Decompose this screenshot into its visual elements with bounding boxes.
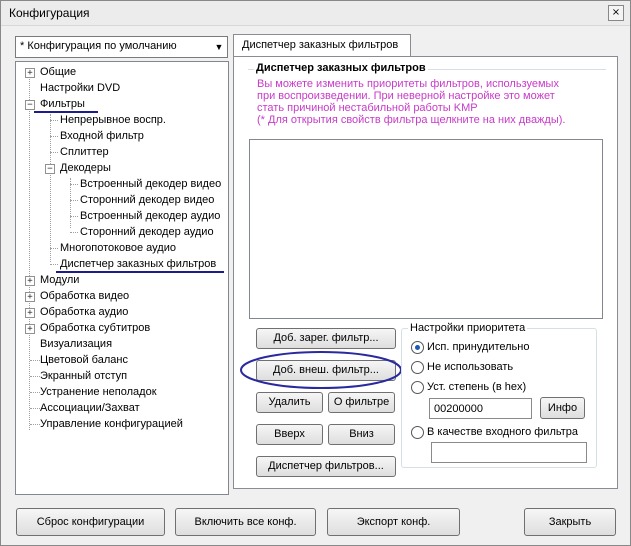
- tab-label: Диспетчер заказных фильтров: [242, 39, 399, 51]
- expand-video-icon[interactable]: +: [25, 292, 35, 302]
- filters-info-text: Вы можете изменить приоритеты фильтров, …: [257, 78, 597, 126]
- info-line: Вы можете изменить приоритеты фильтров, …: [257, 78, 559, 90]
- level-hex-input[interactable]: 00200000: [429, 398, 532, 419]
- radio-dont-use[interactable]: [411, 361, 424, 374]
- tree-item-audio-processing[interactable]: Обработка аудио: [40, 306, 128, 318]
- expand-audio-icon[interactable]: +: [25, 308, 35, 318]
- enable-all-button[interactable]: Включить все конф.: [175, 508, 316, 536]
- radio-as-input-label: В качестве входного фильтра: [427, 426, 579, 438]
- tree-item-config-management[interactable]: Управление конфигурацией: [40, 418, 183, 430]
- radio-set-level-label: Уст. степень (в hex): [427, 381, 527, 393]
- about-filter-button[interactable]: О фильтре: [328, 392, 395, 413]
- filter-manager-button[interactable]: Диспетчер фильтров...: [256, 456, 396, 477]
- tree-item-custom-filters[interactable]: Диспетчер заказных фильтров: [60, 258, 216, 270]
- tab-custom-filters[interactable]: Диспетчер заказных фильтров: [233, 34, 411, 57]
- tree-item-input-filter[interactable]: Входной фильтр: [60, 130, 144, 142]
- tree-item-external-video[interactable]: Сторонний декодер видео: [80, 194, 214, 206]
- reset-config-button[interactable]: Сброс конфигурации: [16, 508, 165, 536]
- tree-item-video-processing[interactable]: Обработка видео: [40, 290, 129, 302]
- info-button[interactable]: Инфо: [540, 397, 585, 419]
- window-title: Конфигурация: [9, 6, 90, 20]
- title-bar: Конфигурация ×: [1, 1, 630, 26]
- filter-list[interactable]: [249, 139, 603, 319]
- tree-item-modules[interactable]: Модули: [40, 274, 79, 286]
- tree-item-color-balance[interactable]: Цветовой баланс: [40, 354, 128, 366]
- tree-item-filters[interactable]: Фильтры: [40, 98, 85, 110]
- chevron-down-icon[interactable]: ▼: [211, 37, 227, 57]
- expand-subtitles-icon[interactable]: +: [25, 324, 35, 334]
- close-window-button[interactable]: ×: [608, 5, 624, 21]
- input-filter-field[interactable]: [431, 442, 587, 463]
- profile-select-value: * Конфигурация по умолчанию: [20, 40, 177, 52]
- tree-item-continuous[interactable]: Непрерывное воспр.: [60, 114, 166, 126]
- tree-item-splitter[interactable]: Сплиттер: [60, 146, 109, 158]
- radio-set-level[interactable]: [411, 381, 424, 394]
- tree-item-troubleshoot[interactable]: Устранение неполадок: [40, 386, 157, 398]
- settings-tree[interactable]: + Общие Настройки DVD − Фильтры Непрерыв…: [15, 61, 229, 495]
- move-up-button[interactable]: Вверх: [256, 424, 323, 445]
- filters-group-legend: Диспетчер заказных фильтров: [254, 62, 428, 74]
- annotation-underline: [56, 271, 224, 273]
- tree-item-associations[interactable]: Ассоциации/Захват: [40, 402, 140, 414]
- radio-force[interactable]: [411, 341, 424, 354]
- tree-item-screen-margin[interactable]: Экранный отступ: [40, 370, 127, 382]
- profile-select[interactable]: * Конфигурация по умолчанию ▼: [15, 36, 228, 58]
- info-line: (* Для открытия свойств фильтра щелкните…: [257, 114, 566, 126]
- info-line: при воспроизведении. При неверной настро…: [257, 90, 555, 102]
- tree-item-subtitle-processing[interactable]: Обработка субтитров: [40, 322, 150, 334]
- tree-item-general[interactable]: Общие: [40, 66, 76, 78]
- tree-item-builtin-audio[interactable]: Встроенный декодер аудио: [80, 210, 220, 222]
- expand-modules-icon[interactable]: +: [25, 276, 35, 286]
- collapse-decoders-icon[interactable]: −: [45, 164, 55, 174]
- priority-legend: Настройки приоритета: [408, 322, 528, 334]
- delete-button[interactable]: Удалить: [256, 392, 323, 413]
- annotation-underline: [34, 111, 98, 113]
- tree-item-external-audio[interactable]: Сторонний декодер аудио: [80, 226, 214, 238]
- move-down-button[interactable]: Вниз: [328, 424, 395, 445]
- tree-item-dvd[interactable]: Настройки DVD: [40, 82, 120, 94]
- config-window: Конфигурация × * Конфигурация по умолчан…: [0, 0, 631, 546]
- tree-item-visualization[interactable]: Визуализация: [40, 338, 112, 350]
- tree-item-multistream[interactable]: Многопотоковое аудио: [60, 242, 176, 254]
- radio-dont-use-label: Не использовать: [427, 361, 514, 373]
- annotation-ellipse: [240, 351, 402, 389]
- collapse-filters-icon[interactable]: −: [25, 100, 35, 110]
- radio-as-input[interactable]: [411, 426, 424, 439]
- info-line: стать причиной нестабильной работы KMP: [257, 102, 478, 114]
- expand-general-icon[interactable]: +: [25, 68, 35, 78]
- close-button[interactable]: Закрыть: [524, 508, 616, 536]
- tree-item-builtin-video[interactable]: Встроенный декодер видео: [80, 178, 221, 190]
- add-registered-filter-button[interactable]: Доб. зарег. фильтр...: [256, 328, 396, 349]
- radio-force-label: Исп. принудительно: [427, 341, 530, 353]
- export-config-button[interactable]: Экспорт конф.: [327, 508, 460, 536]
- tree-item-decoders[interactable]: Декодеры: [60, 162, 111, 174]
